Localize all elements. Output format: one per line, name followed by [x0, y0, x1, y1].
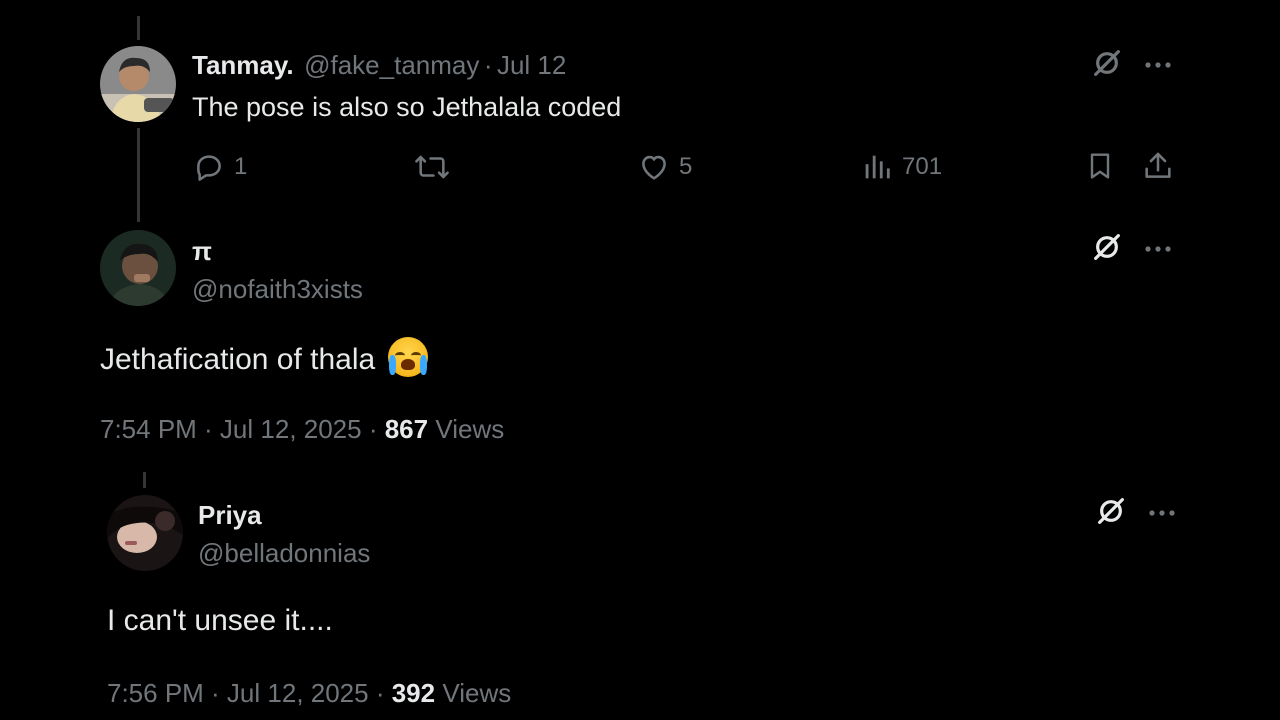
timestamp[interactable]: 7:54 PM · Jul 12, 2025 ·: [100, 414, 385, 444]
like-icon: [637, 150, 671, 184]
grok-button[interactable]: [1088, 230, 1126, 268]
post-date[interactable]: Jul 12: [497, 50, 566, 80]
tweet-text: Jethafication of thala: [100, 343, 376, 376]
avatar[interactable]: [107, 495, 183, 571]
share-button[interactable]: [1140, 150, 1176, 186]
views-icon: [860, 150, 894, 184]
tweet-text: I can't unsee it....: [107, 604, 333, 637]
views-label: Views: [435, 414, 505, 444]
tweet-text: The pose is also so Jethalala coded: [192, 92, 622, 122]
user-handle[interactable]: @belladonnias: [198, 538, 370, 569]
avatar[interactable]: [100, 46, 176, 122]
like-count: 5: [679, 153, 693, 180]
share-icon: [1141, 149, 1175, 188]
thread-line-top: [137, 16, 140, 40]
separator: ·: [483, 50, 493, 80]
grok-icon: [1091, 231, 1123, 268]
thread-line-bottom: [143, 472, 146, 488]
tweet-meta: 7:56 PM · Jul 12, 2025 · 392 Views: [107, 678, 511, 709]
views-label: Views: [442, 678, 512, 708]
reply-count: 1: [234, 153, 248, 180]
grok-icon: [1091, 47, 1123, 84]
more-button[interactable]: [1144, 494, 1180, 532]
loudly-crying-face-icon: [387, 337, 428, 377]
avatar[interactable]: [100, 230, 176, 306]
grok-button[interactable]: [1088, 46, 1126, 84]
view-count: 867: [384, 414, 429, 444]
repost-icon: [413, 150, 451, 184]
grok-icon: [1095, 495, 1127, 532]
more-icon: [1143, 240, 1173, 258]
user-name[interactable]: Priya: [198, 500, 262, 531]
grok-button[interactable]: [1092, 494, 1130, 532]
view-count: 392: [391, 678, 436, 708]
reply-button[interactable]: 1: [192, 150, 247, 184]
more-button[interactable]: [1140, 46, 1176, 84]
bookmark-button[interactable]: [1082, 150, 1118, 186]
timestamp[interactable]: 7:56 PM · Jul 12, 2025 ·: [107, 678, 392, 708]
user-name[interactable]: π: [192, 236, 212, 267]
tweet-meta: 7:54 PM · Jul 12, 2025 · 867 Views: [100, 414, 504, 445]
user-handle[interactable]: @fake_tanmay: [304, 50, 479, 80]
tweet-text-container: Jethafication of thala: [100, 337, 428, 377]
user-name[interactable]: Tanmay.: [192, 50, 294, 80]
views-button[interactable]: 701: [860, 150, 942, 184]
thread-line-middle: [137, 128, 140, 222]
bookmark-icon: [1084, 149, 1116, 188]
more-icon: [1143, 56, 1173, 74]
repost-button[interactable]: [413, 150, 451, 184]
more-button[interactable]: [1140, 230, 1176, 268]
view-count: 701: [902, 153, 943, 180]
more-icon: [1147, 504, 1177, 522]
like-button[interactable]: 5: [637, 150, 692, 184]
reply-icon: [192, 150, 226, 184]
user-handle[interactable]: @nofaith3xists: [192, 274, 363, 305]
